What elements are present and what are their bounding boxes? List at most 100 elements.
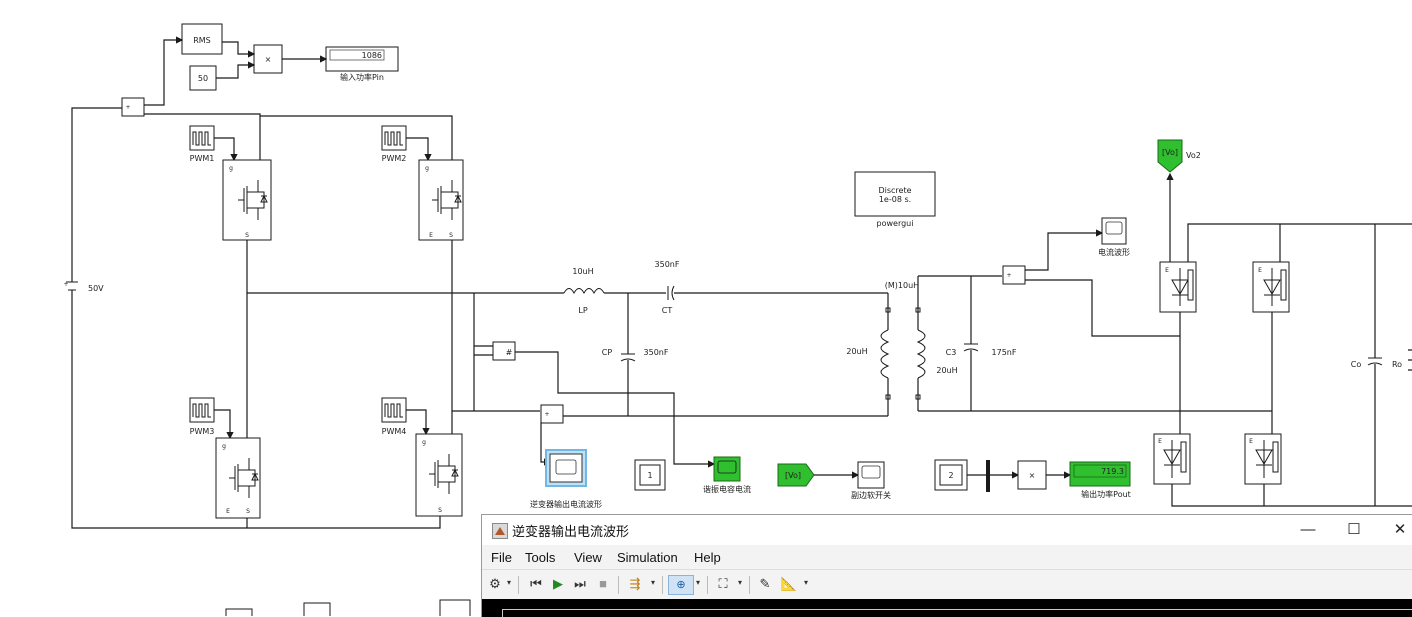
menu-view[interactable]: View bbox=[574, 550, 602, 565]
soft-switch-scope-label: 副边软开关 bbox=[851, 490, 891, 500]
partial-block-3[interactable] bbox=[439, 599, 471, 616]
partial-block-2[interactable] bbox=[303, 602, 331, 616]
diode-d2[interactable]: E bbox=[1252, 261, 1290, 313]
from-vo-block[interactable]: [Vo] bbox=[777, 463, 815, 487]
constant-1-value: 1 bbox=[647, 471, 652, 480]
measure-plus-sign: + bbox=[125, 104, 130, 111]
product-block-output[interactable]: × bbox=[1017, 460, 1047, 490]
partial-block-1[interactable] bbox=[225, 608, 253, 616]
mosfet-s2[interactable]: g E S bbox=[418, 159, 464, 241]
toolbar-separator bbox=[662, 576, 663, 594]
mosfet-s2-source-label: S bbox=[449, 232, 453, 239]
stop-icon[interactable]: ■ bbox=[594, 575, 612, 593]
vo2-tag: [Vo] bbox=[1162, 148, 1178, 157]
menu-tools[interactable]: Tools bbox=[525, 550, 555, 565]
scope-titlebar[interactable]: 逆变器输出电流波形 — ☐ ✕ bbox=[482, 515, 1412, 545]
output-power-value: 719.3 bbox=[1101, 467, 1124, 476]
inverter-scope-label: 逆变器输出电流波形 bbox=[530, 499, 602, 509]
matlab-icon bbox=[492, 523, 508, 539]
powergui-block[interactable]: Discrete 1e-08 s. powergui bbox=[854, 171, 936, 228]
pwm3-label: PWM3 bbox=[190, 427, 215, 436]
signal-dropdown-icon[interactable]: ▾ bbox=[651, 578, 655, 587]
gear-dropdown-icon[interactable]: ▾ bbox=[507, 578, 511, 587]
zoom-icon[interactable]: ⊕ bbox=[668, 575, 694, 595]
menu-help[interactable]: Help bbox=[694, 550, 721, 565]
c3-name: C3 bbox=[946, 348, 957, 357]
mosfet-s3-gate-label: g bbox=[222, 443, 226, 450]
pwm1-generator[interactable]: PWM1 bbox=[189, 125, 215, 163]
inductor-lp[interactable]: 10uH LP bbox=[563, 267, 605, 315]
ro-label: Ro bbox=[1392, 360, 1402, 369]
current-measurement-top[interactable]: + bbox=[121, 97, 145, 117]
minimize-button[interactable]: — bbox=[1298, 520, 1318, 540]
close-button[interactable]: ✕ bbox=[1390, 520, 1410, 540]
input-power-display[interactable]: 1086 bbox=[325, 46, 399, 72]
powergui-label: powergui bbox=[877, 219, 914, 228]
step-forward-icon[interactable]: ⏭ bbox=[571, 575, 589, 593]
mosfet-s3-e-label: E bbox=[226, 508, 230, 515]
capacitor-c3[interactable]: C3 175nF bbox=[946, 343, 1017, 357]
measure-icon[interactable]: 📐 bbox=[780, 575, 798, 593]
d3-e-label: E bbox=[1158, 438, 1162, 445]
mosfet-s4[interactable]: g S bbox=[415, 433, 463, 517]
mosfet-s2-gate-label: g bbox=[425, 165, 429, 172]
zoom-dropdown-icon[interactable]: ▾ bbox=[696, 578, 700, 587]
pwm1-label: PWM1 bbox=[190, 154, 215, 163]
diode-d4[interactable]: E bbox=[1244, 433, 1282, 485]
primary-inductance-label: 20uH bbox=[846, 347, 867, 356]
step-back-icon[interactable]: ⏮ bbox=[527, 575, 545, 593]
goto-vo2[interactable]: [Vo] Vo2 bbox=[1157, 139, 1201, 173]
pwm3-generator[interactable]: PWM3 bbox=[189, 397, 215, 436]
mosfet-s1-gate-label: g bbox=[229, 165, 233, 172]
constant-50-block[interactable]: 50 bbox=[189, 65, 217, 91]
from-vo-tag: [Vo] bbox=[785, 471, 801, 480]
run-icon[interactable]: ▶ bbox=[549, 575, 567, 593]
diode-d1[interactable]: E bbox=[1159, 261, 1197, 313]
resonant-scope-label: 谐振电容电流 bbox=[703, 484, 751, 494]
output-power-label: 输出功率Pout bbox=[1081, 489, 1131, 499]
mux-block[interactable] bbox=[986, 460, 990, 492]
signal-select-icon[interactable]: ⇶ bbox=[626, 575, 644, 593]
toolbar-separator bbox=[707, 576, 708, 594]
rms-block[interactable]: RMS bbox=[181, 23, 223, 55]
product-symbol: × bbox=[265, 55, 272, 64]
secondary-measure-plus: + bbox=[1006, 272, 1011, 279]
constant-1-block[interactable]: 1 bbox=[634, 459, 666, 491]
resonant-current-scope[interactable]: 谐振电容电流 bbox=[703, 456, 751, 494]
lp-name: LP bbox=[578, 306, 587, 315]
cp-value: 350nF bbox=[644, 348, 669, 357]
current-measurement-inverter[interactable]: + bbox=[540, 404, 564, 424]
mutual-inductance-transformer[interactable]: (M)10uH 20uH 20uH bbox=[846, 281, 958, 400]
measure-dropdown-icon[interactable]: ▾ bbox=[804, 578, 808, 587]
input-power-label: 输入功率Pin bbox=[340, 72, 384, 82]
style-icon[interactable]: ✎ bbox=[756, 575, 774, 593]
scope-window-title: 逆变器输出电流波形 bbox=[512, 524, 630, 539]
secondary-inductance-label: 20uH bbox=[936, 366, 957, 375]
fit-dropdown-icon[interactable]: ▾ bbox=[738, 578, 742, 587]
mosfet-s3[interactable]: g E S bbox=[215, 437, 261, 519]
pwm2-generator[interactable]: PWM2 bbox=[381, 125, 407, 163]
d1-e-label: E bbox=[1165, 267, 1169, 274]
product-block-input[interactable]: × bbox=[253, 44, 283, 74]
output-power-display[interactable]: 719.3 输出功率Pout bbox=[1069, 461, 1131, 499]
menu-file[interactable]: File bbox=[491, 550, 512, 565]
current-measurement-secondary[interactable]: + bbox=[1002, 265, 1026, 285]
capacitor-ct[interactable]: 350nF CT bbox=[655, 260, 680, 315]
maximize-button[interactable]: ☐ bbox=[1344, 520, 1364, 540]
rms-label: RMS bbox=[193, 36, 211, 45]
constant-2-block[interactable]: 2 bbox=[934, 459, 968, 491]
dc-voltage-source[interactable]: + 50V bbox=[63, 281, 104, 293]
capacitor-cp[interactable]: CP 350nF bbox=[602, 348, 669, 362]
inverter-measure-plus: + bbox=[544, 411, 549, 418]
capacitor-co[interactable]: Co bbox=[1351, 357, 1383, 369]
scope-window[interactable]: 逆变器输出电流波形 — ☐ ✕ File Tools View Simulati… bbox=[481, 514, 1412, 617]
pwm4-generator[interactable]: PWM4 bbox=[381, 397, 407, 436]
mosfet-s1[interactable]: g S bbox=[222, 159, 272, 241]
gear-icon[interactable]: ⚙ bbox=[486, 575, 504, 593]
fit-icon[interactable]: ⛶ bbox=[714, 575, 732, 593]
soft-switch-scope[interactable]: 副边软开关 bbox=[851, 461, 891, 500]
current-waveform-scope[interactable]: 电流波形 bbox=[1098, 217, 1130, 257]
diode-d3[interactable]: E bbox=[1153, 433, 1191, 485]
menu-simulation[interactable]: Simulation bbox=[617, 550, 678, 565]
current-measurement-primary[interactable]: # bbox=[492, 341, 516, 361]
